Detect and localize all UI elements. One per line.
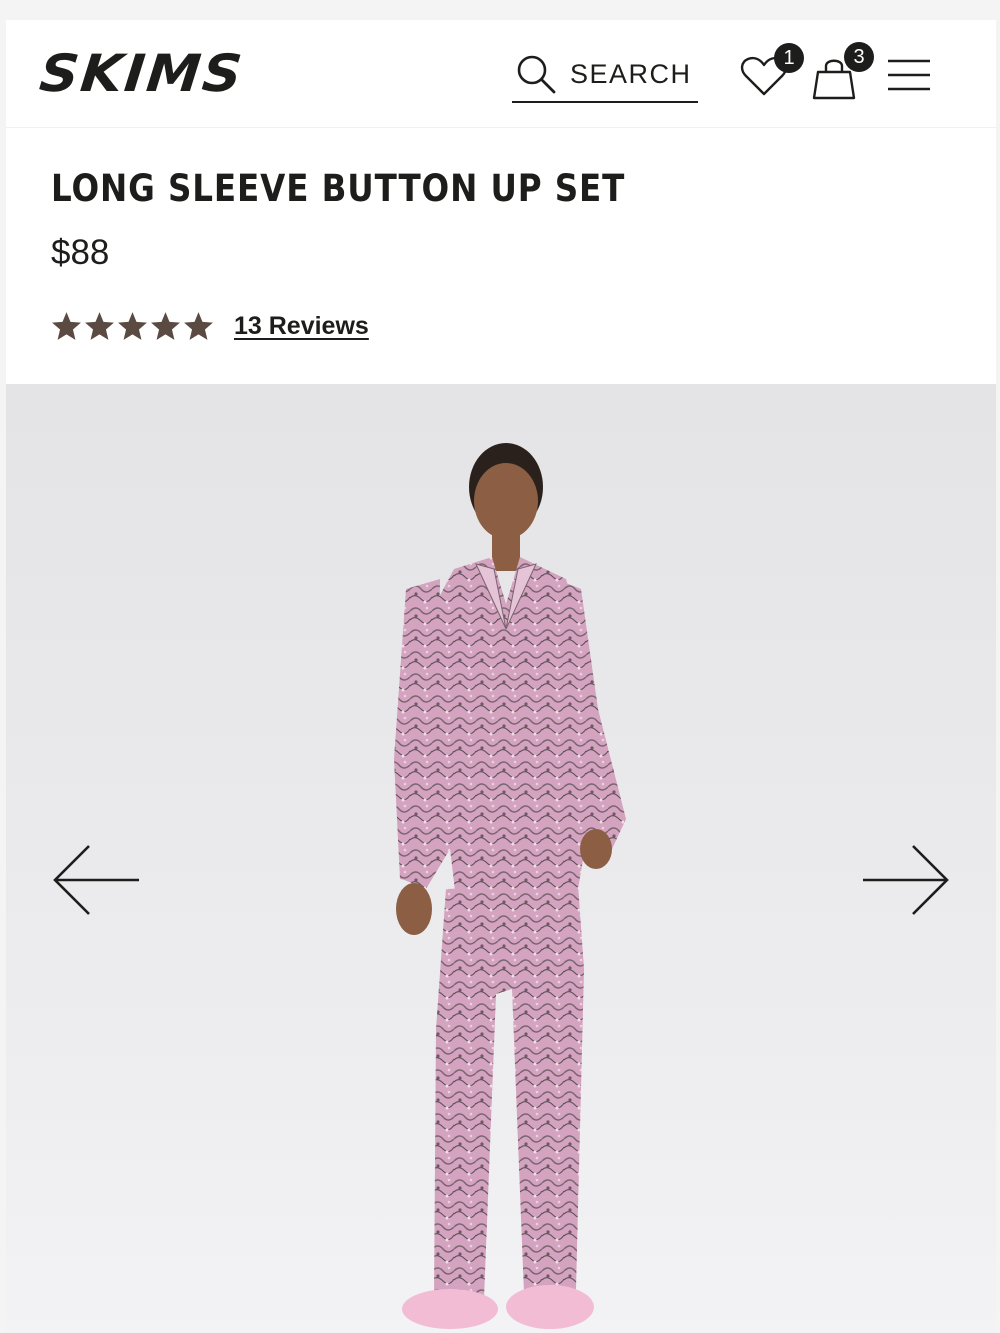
product-page: SKIMS SEARCH 1 3 LONG SLEEVE BUTTON UP S… [6, 20, 996, 1333]
product-price: $88 [51, 233, 110, 272]
menu-button[interactable] [886, 57, 932, 93]
star-icon [151, 312, 180, 340]
search-button[interactable]: SEARCH [512, 47, 698, 103]
wishlist-count-badge: 1 [774, 43, 804, 73]
arrow-left-icon[interactable] [51, 842, 141, 918]
arrow-right-icon[interactable] [861, 842, 951, 918]
site-header: SKIMS SEARCH 1 3 [6, 20, 996, 128]
product-title: LONG SLEEVE BUTTON UP SET [51, 167, 626, 210]
brand-logo[interactable]: SKIMS [37, 44, 247, 104]
star-icon [184, 312, 213, 340]
hamburger-menu-icon [888, 59, 930, 91]
star-icon [118, 312, 147, 340]
star-icon [85, 312, 114, 340]
star-icon [52, 312, 81, 340]
search-icon [517, 55, 556, 94]
search-label: SEARCH [570, 58, 692, 89]
product-rating: 13 Reviews [50, 310, 369, 343]
product-model-image [394, 443, 626, 1329]
product-image-gallery[interactable] [6, 384, 996, 1333]
reviews-link[interactable]: 13 Reviews [234, 312, 369, 341]
bag-count-badge: 3 [844, 42, 874, 72]
star-rating [50, 310, 215, 343]
